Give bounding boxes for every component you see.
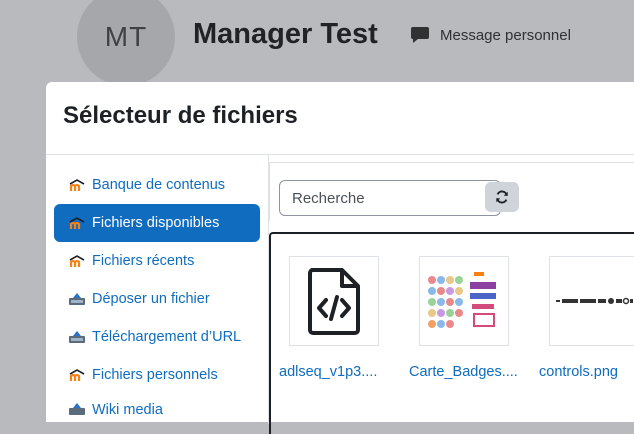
file-item[interactable]: adlseq_v1p3.... [279, 256, 389, 380]
modal-header: Sélecteur de fichiers [46, 82, 634, 155]
avatar-initials: MT [104, 21, 148, 52]
image-thumbnail [556, 297, 633, 305]
sidebar-item-label: Wiki media [92, 402, 163, 418]
sidebar-item-private-files[interactable]: Fichiers personnels [54, 356, 260, 394]
image-thumbnail [428, 272, 496, 328]
sidebar-item-label: Déposer un fichier [92, 291, 210, 307]
sidebar-item-content-bank[interactable]: Banque de contenus [54, 166, 260, 204]
sidebar-item-label: Fichiers personnels [92, 367, 218, 383]
moodle-icon [69, 179, 85, 191]
sidebar-item-label: Fichiers récents [92, 253, 195, 269]
search-input[interactable] [279, 180, 501, 216]
file-name-link[interactable]: Carte_Badges.... [409, 364, 519, 380]
user-name: Manager Test [193, 18, 378, 50]
file-item[interactable]: controls.png [539, 256, 634, 380]
search-bar [269, 162, 634, 221]
repository-sidebar: Banque de contenus Fichiers disponibles … [54, 166, 260, 422]
sidebar-item-recent-files[interactable]: Fichiers récents [54, 242, 260, 280]
file-thumbnail[interactable] [549, 256, 634, 346]
file-grid: adlseq_v1p3.... Carte_Badges.... control… [269, 232, 634, 434]
moodle-icon [69, 217, 85, 229]
chat-bubble-icon [411, 27, 429, 43]
file-item[interactable]: Carte_Badges.... [409, 256, 519, 380]
message-link[interactable]: Message personnel [410, 26, 571, 44]
file-name-link[interactable]: adlseq_v1p3.... [279, 364, 389, 380]
sidebar-item-wiki-media[interactable]: Wiki media [54, 394, 260, 422]
file-thumbnail[interactable] [419, 256, 509, 346]
refresh-button[interactable] [485, 182, 519, 212]
file-thumbnail[interactable] [289, 256, 379, 346]
refresh-icon [496, 190, 508, 204]
sidebar-item-server-files[interactable]: Fichiers disponibles [54, 204, 260, 242]
sidebar-item-url-download[interactable]: Téléchargement d’URL [54, 318, 260, 356]
moodle-icon [69, 255, 85, 267]
file-browser-panel: adlseq_v1p3.... [268, 154, 634, 434]
file-picker-modal: Sélecteur de fichiers Banque de contenus… [46, 82, 634, 434]
message-link-label: Message personnel [440, 26, 571, 44]
sidebar-item-label: Banque de contenus [92, 177, 226, 193]
modal-title: Sélecteur de fichiers [63, 102, 298, 129]
page-header: MT Manager Test Message personnel [0, 0, 634, 86]
file-name-link[interactable]: controls.png [539, 364, 634, 380]
code-file-icon [308, 268, 360, 335]
avatar[interactable]: MT [77, 0, 175, 86]
sidebar-item-label: Fichiers disponibles [92, 215, 220, 231]
sidebar-item-label: Téléchargement d’URL [92, 329, 242, 345]
upload-icon [69, 403, 85, 415]
moodle-icon [69, 369, 85, 381]
upload-icon [69, 293, 85, 305]
sidebar-item-upload-file[interactable]: Déposer un fichier [54, 280, 260, 318]
upload-icon [69, 331, 85, 343]
